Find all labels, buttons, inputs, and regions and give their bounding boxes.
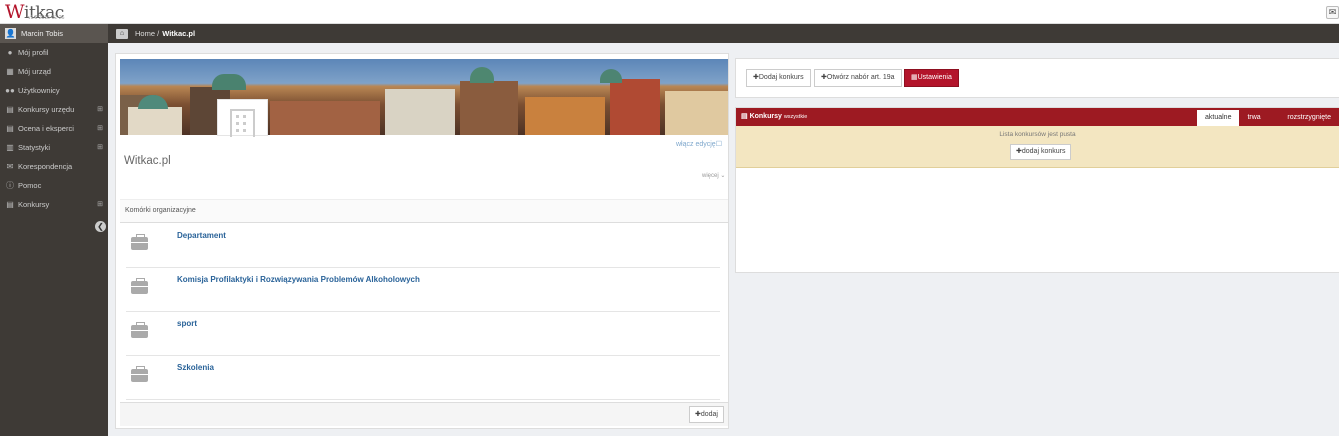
enable-edit-link[interactable]: włącz edycję☐ [676, 140, 722, 148]
settings-button[interactable]: ▦Ustawienia [904, 69, 959, 87]
sidebar-item-konkursy-urzedu[interactable]: ▤ Konkursy urzędu ⊞ [0, 100, 108, 119]
open-call-button[interactable]: ✚Otwórz nabór art. 19a [814, 69, 902, 87]
expand-icon[interactable]: ⊞ [97, 124, 103, 132]
sidebar-item-uzytkownicy[interactable]: ●● Użytkownicy [0, 81, 108, 100]
top-bar: Witkac v1.0 2015-02-26 ✉ [0, 0, 1339, 24]
briefcase-icon [131, 366, 148, 382]
org-logo [217, 99, 268, 137]
sidebar: 👤 Marcin Tobis ● Mój profil ▦ Mój urząd ●●… [0, 24, 108, 436]
sidebar-user[interactable]: 👤 Marcin Tobis [0, 24, 108, 43]
empty-state: Lista konkursów jest pusta ✚dodaj konkur… [736, 126, 1339, 168]
sidebar-item-ocena-i-eksperci[interactable]: ▤ Ocena i eksperci ⊞ [0, 119, 108, 138]
unit-name[interactable]: sport [177, 319, 197, 328]
breadcrumb-current: Witkac.pl [162, 29, 196, 38]
book-icon: ▤ [6, 200, 14, 209]
list-item: sport [126, 312, 720, 356]
user-icon: ● [7, 48, 13, 57]
briefcase-icon [131, 234, 148, 250]
breadcrumb-home[interactable]: Home / [135, 29, 159, 38]
users-icon: ●● [5, 86, 15, 95]
tab-trwa-ocena[interactable]: trwa ocena [1239, 110, 1279, 137]
book-icon: ▤ [6, 124, 14, 133]
units-list: Departament Komisja Profilaktyki i Rozwi… [120, 224, 728, 400]
user-name: Marcin Tobis [21, 29, 63, 38]
book-icon: ▤ [6, 105, 14, 114]
briefcase-icon [131, 278, 148, 294]
org-name: Witkac.pl [124, 155, 171, 167]
sidebar-item-moj-profil[interactable]: ● Mój profil [0, 43, 108, 62]
expand-icon[interactable]: ⊞ [97, 200, 103, 208]
unit-name[interactable]: Departament [177, 231, 226, 240]
briefcase-icon [131, 322, 148, 338]
building-icon: ▦ [6, 67, 14, 76]
expand-icon[interactable]: ⊞ [97, 143, 103, 151]
contests-header: ▤ Konkursy wszystkie aktualne trwa ocena… [736, 108, 1339, 137]
empty-message: Lista konkursów jest pusta [999, 131, 1076, 138]
sidebar-item-konkursy[interactable]: ▤ Konkursy ⊞ [0, 195, 108, 214]
sidebar-item-korespondencja[interactable]: ✉ Korespondencja [0, 157, 108, 176]
sidebar-item-pomoc[interactable]: ⓘ Pomoc [0, 176, 108, 195]
chart-icon: ▥ [6, 143, 14, 152]
more-link[interactable]: więcej ⌄ [702, 172, 725, 179]
units-footer: ✚dodaj [120, 402, 728, 426]
tab-rozstrzygniete[interactable]: rozstrzygnięte [1279, 110, 1339, 126]
unit-name[interactable]: Szkolenia [177, 363, 214, 372]
envelope-icon: ✉ [6, 162, 14, 171]
grid-icon: ▦ [911, 74, 918, 81]
list-item: Szkolenia [126, 356, 720, 400]
cover-image [120, 59, 728, 135]
app-version: v1.0 2015-02-26 [28, 15, 65, 21]
unit-name[interactable]: Komisja Profilaktyki i Rozwiązywania Pro… [177, 275, 420, 284]
comment-icon[interactable]: ✉ [1326, 6, 1339, 19]
add-unit-button[interactable]: ✚dodaj [688, 406, 724, 423]
breadcrumb: ⌂ Home / Witkac.pl [108, 24, 1339, 43]
building-icon [230, 109, 255, 137]
calendar-icon: ▤ [741, 113, 748, 120]
units-header: Komórki organizacyjne [120, 199, 728, 223]
info-icon: ⓘ [6, 181, 14, 190]
home-icon[interactable]: ⌂ [116, 28, 128, 39]
list-item: Komisja Profilaktyki i Rozwiązywania Pro… [126, 268, 720, 312]
list-item: Departament [126, 224, 720, 268]
add-contest-inline-button[interactable]: ✚dodaj konkurs [1010, 144, 1072, 160]
org-panel: włącz edycję☐ Witkac.pl więcej ⌄ Komórki… [115, 53, 729, 429]
chevron-down-icon: ⌄ [720, 173, 726, 179]
contests-panel: ▤ Konkursy wszystkie aktualne trwa ocena… [735, 107, 1339, 273]
add-contest-button[interactable]: ✚Dodaj konkurs [746, 69, 811, 87]
contest-tabs: aktualne trwa ocena rozstrzygnięte [1197, 110, 1339, 137]
sidebar-item-statystyki[interactable]: ▥ Statystyki ⊞ [0, 138, 108, 157]
edit-icon: ☐ [715, 141, 722, 148]
tab-aktualne[interactable]: aktualne [1197, 110, 1240, 126]
sidebar-item-moj-urzad[interactable]: ▦ Mój urząd [0, 62, 108, 81]
actions-panel: ✚Dodaj konkurs ✚Otwórz nabór art. 19a ▦U… [735, 58, 1339, 98]
expand-icon[interactable]: ⊞ [97, 105, 103, 113]
avatar: 👤 [5, 28, 16, 39]
collapse-sidebar-icon[interactable]: ❮ [95, 221, 106, 232]
